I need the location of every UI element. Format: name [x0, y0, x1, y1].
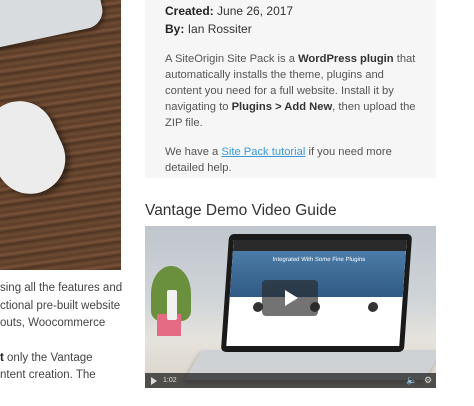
author-label: By:	[165, 22, 185, 36]
bold-text: WordPress plugin	[298, 53, 394, 65]
mouse-graphic	[0, 89, 77, 206]
left-text-line: t only the Vantage	[0, 350, 121, 368]
author-line: By: Ian Rossiter	[165, 20, 416, 38]
left-paragraph-2: t only the Vantage ntent creation. The	[0, 350, 121, 385]
site-pack-info-box: Created: June 26, 2017 By: Ian Rossiter …	[145, 0, 436, 178]
site-pack-tutorial-link[interactable]: Site Pack tutorial	[221, 146, 305, 158]
created-label: Created:	[165, 4, 214, 18]
video-time: 1:02	[163, 377, 177, 384]
left-text-fragment: only the Vantage	[3, 351, 93, 364]
text-fragment: A SiteOrigin Site Pack is a	[165, 53, 299, 65]
cup-graphic	[167, 290, 177, 320]
text-fragment: We have a	[165, 146, 222, 158]
left-text-line: outs, Woocommerce	[0, 317, 106, 329]
tutorial-note: We have a Site Pack tutorial if you need…	[165, 144, 416, 176]
left-paragraph-1: sing all the features and ctional pre-bu…	[0, 280, 123, 333]
video-heading: Vantage Demo Video Guide	[145, 202, 337, 219]
left-text-line: sing all the features and	[0, 282, 123, 294]
laptop-graphic	[0, 0, 106, 54]
feature-icon	[367, 302, 379, 312]
volume-icon[interactable]: 🔈	[404, 373, 420, 388]
created-date: June 26, 2017	[217, 4, 294, 18]
author-name: Ian Rossiter	[187, 22, 252, 36]
play-icon[interactable]	[145, 373, 163, 388]
left-description: sing all the features and ctional pre-bu…	[0, 280, 123, 402]
video-controls: 1:02 🔈 ⚙	[145, 373, 436, 388]
gear-icon[interactable]: ⚙	[420, 373, 436, 388]
video-player[interactable]: Integrated With Some Fine Plugins 1:02 🔈…	[145, 226, 436, 388]
hero-photo	[0, 0, 121, 270]
video-play-button[interactable]	[262, 280, 318, 316]
created-line: Created: June 26, 2017	[165, 2, 416, 20]
bold-text: Plugins > Add New	[231, 101, 333, 113]
demo-site-topbar	[232, 240, 407, 251]
video-progress-bar[interactable]	[187, 373, 404, 388]
site-pack-description: A SiteOrigin Site Pack is a WordPress pl…	[165, 51, 416, 131]
left-text-line: ntent creation. The	[0, 369, 96, 381]
left-text-line: ctional pre-built website	[0, 299, 121, 312]
